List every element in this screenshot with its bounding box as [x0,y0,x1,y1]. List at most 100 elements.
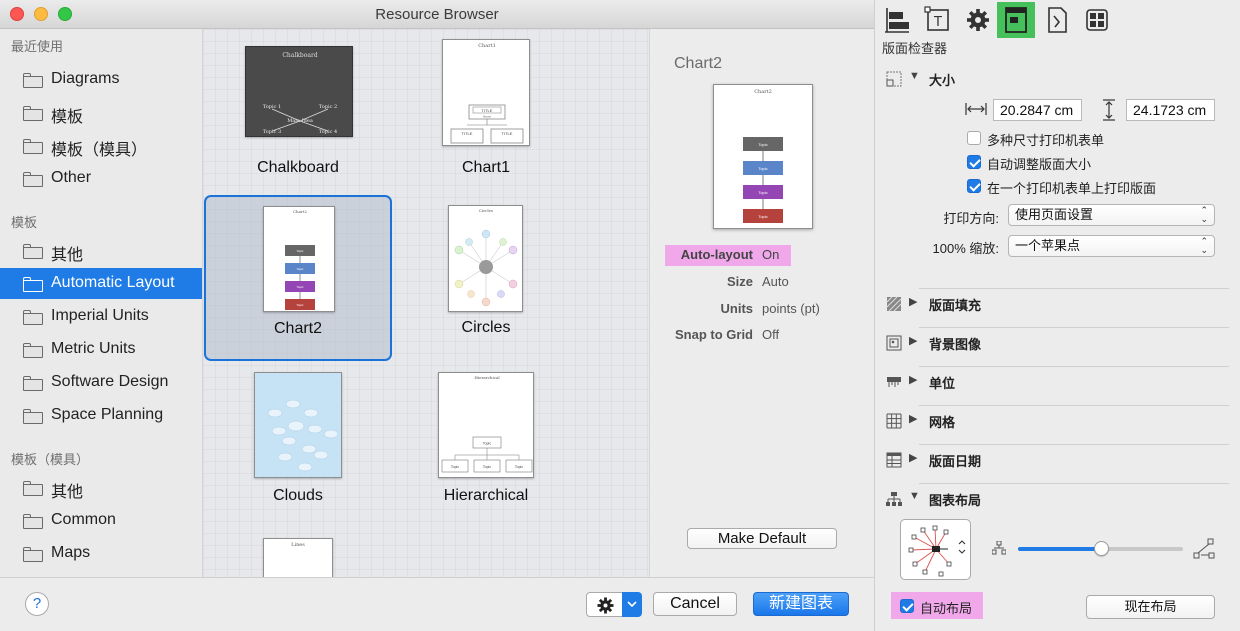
sidebar-item-maps[interactable]: Maps [0,538,202,569]
template-chart2[interactable]: Chart2 Topic Topic Topic Topic Chart2 [204,195,392,361]
template-chalkboard[interactable]: Chalkboard Topic 1 Topic 2 Main Idea Top… [205,35,391,201]
layout-type-selector[interactable] [900,519,971,580]
property-value: On [762,247,780,262]
sidebar-item-metric-units[interactable]: Metric Units [0,334,202,365]
section-title: 单位 [929,376,956,391]
gear-icon [597,597,614,614]
thumb-title: Circles [479,208,493,213]
template-clouds[interactable]: Clouds [205,367,391,533]
height-field[interactable]: 24.1723 cm [1126,99,1215,121]
disclosure-down-icon: ▼ [909,70,920,82]
disclosure-right-icon: ▶ [909,296,918,308]
sidebar-item-common[interactable]: Common [0,505,202,536]
title-bar[interactable]: Resource Browser [0,0,874,29]
text-style-icon[interactable]: T [919,2,957,38]
clouds-thumbnail-graphic [267,399,339,472]
template-name: Hierarchical [443,487,529,504]
template-chart1[interactable]: Chart1 TITLE Name TITLE TITLE Chart1 [393,35,579,201]
sidebar-item-label: 模板 [51,109,84,126]
thumb-label: Topic [451,465,459,469]
thumb-title: Lines [291,542,305,548]
thumb-label: TITLE [462,131,473,136]
grid-icon[interactable] [1078,2,1116,38]
property-snap-to-grid: Snap to Grid Off [650,325,875,345]
thumb-label: Topic 1 [263,104,281,110]
canvas-inspector-icon[interactable] [997,2,1035,38]
section-grid[interactable]: ▶ 网格 [883,406,1233,436]
canvas-align-icon[interactable] [878,2,916,38]
thumb-label: Topic 2 [319,104,337,110]
thumb-label: Topic 4 [319,129,337,135]
new-diagram-button[interactable]: 新建图表 [753,592,849,616]
sidebar-item-diagrams[interactable]: Diagrams [0,64,202,95]
section-canvas-date[interactable]: ▶ 版面日期 [883,445,1233,475]
sidebar-item-label: Other [51,169,92,186]
section-size-header[interactable]: ▼ 大小 [883,64,1233,94]
compact-spacing-icon [992,541,1006,555]
help-button[interactable]: ? [25,592,49,616]
auto-resize-checkbox[interactable] [967,155,981,169]
folder-icon [23,514,43,529]
spacing-slider[interactable] [1018,541,1183,556]
sidebar-item-templates-stencils[interactable]: 模板（模具） [0,130,202,161]
sidebar-item-label: 其他 [51,484,84,501]
template-hierarchical[interactable]: Hierarchical Topic Topic Topic Topic Hie… [393,367,579,533]
print-one-sheet-checkbox[interactable] [967,179,981,193]
popup-value: 使用页面设置 [1015,207,1094,222]
property-size: Size Auto [650,272,875,292]
property-value: points (pt) [762,301,820,316]
orientation-label: 打印方向: [943,211,999,226]
layout-now-button[interactable]: 现在布局 [1086,595,1215,619]
template-lines[interactable]: Lines [205,533,391,577]
bottom-bar: ? Cancel 新建图表 [0,577,874,631]
sidebar-item-space-planning[interactable]: Space Planning [0,400,202,431]
section-title: 背景图像 [929,337,982,352]
canvas-inspector: T 版面检查器 ▼ 大小 20.2847 cm 24.1723 cm 多种尺寸打… [875,0,1240,631]
sidebar-item-other-templates[interactable]: 其他 [0,235,202,266]
thumb-title: Chart2 [293,209,308,214]
thumb-label: Topic [758,166,767,171]
sidebar-item-imperial-units[interactable]: Imperial Units [0,301,202,332]
section-title: 版面填充 [929,298,982,313]
sidebar-item-other-stencils[interactable]: 其他 [0,472,202,503]
multiple-sheets-checkbox[interactable] [967,131,981,145]
section-diagram-layout-header[interactable]: ▼ 图表布局 [883,484,1233,514]
sidebar-item-software-design[interactable]: Software Design [0,367,202,398]
disclosure-right-icon: ▶ [909,335,918,347]
action-gear-button[interactable] [586,592,623,617]
preview-pane: Chart2 Chart2 Topic Topic Topic Topic Au… [649,29,874,577]
section-units[interactable]: ▶ 单位 [883,367,1233,397]
gear-icon[interactable] [959,2,997,38]
sidebar-item-other[interactable]: Other [0,163,202,194]
sidebar: 最近使用 Diagrams 模板 模板（模具） Other 模板 其他 Auto… [0,29,203,577]
sidebar-header-recent: 最近使用 [11,39,64,54]
action-menu-dropdown[interactable] [622,592,642,617]
width-field[interactable]: 20.2847 cm [993,99,1082,121]
property-value: Auto [762,274,789,289]
sidebar-item-automatic-layout[interactable]: Automatic Layout [0,268,202,299]
template-name: Chalkboard [257,159,339,176]
cancel-button[interactable]: Cancel [653,592,737,616]
section-background-image[interactable]: ▶ 背景图像 [883,328,1233,358]
scale-popup[interactable]: 一个苹果点 ⌃ ⌄ [1008,235,1215,257]
auto-layout-checkbox[interactable] [900,599,914,613]
document-icon[interactable] [1038,2,1076,38]
preview-thumbnail-graphic: Chart2 Topic Topic Topic Topic [743,89,783,223]
sidebar-item-label: Diagrams [51,70,120,87]
sidebar-item-templates[interactable]: 模板 [0,97,202,128]
slider-knob[interactable] [1094,541,1109,556]
thumb-label: Topic [296,249,304,253]
thumb-label: Topic [483,465,491,469]
make-default-button[interactable]: Make Default [687,528,837,549]
hierarchical-thumbnail-graphic: Hierarchical Topic Topic Topic Topic [441,375,533,473]
sidebar-item-label: 模板（模具） [51,142,148,159]
property-key: Snap to Grid [675,327,753,342]
thumb-title: Chalkboard [282,52,317,59]
sidebar-item-label: Software Design [51,373,169,390]
section-canvas-fill[interactable]: ▶ 版面填充 [883,289,1233,319]
chalkboard-thumbnail-graphic: Chalkboard Topic 1 Topic 2 Main Idea Top… [263,52,337,135]
thumb-label: Topic [296,285,304,289]
orientation-popup[interactable]: 使用页面设置 ⌃ ⌄ [1008,204,1215,226]
template-circles[interactable]: Circles Circles [393,201,579,367]
sidebar-item-label: Space Planning [51,406,164,423]
